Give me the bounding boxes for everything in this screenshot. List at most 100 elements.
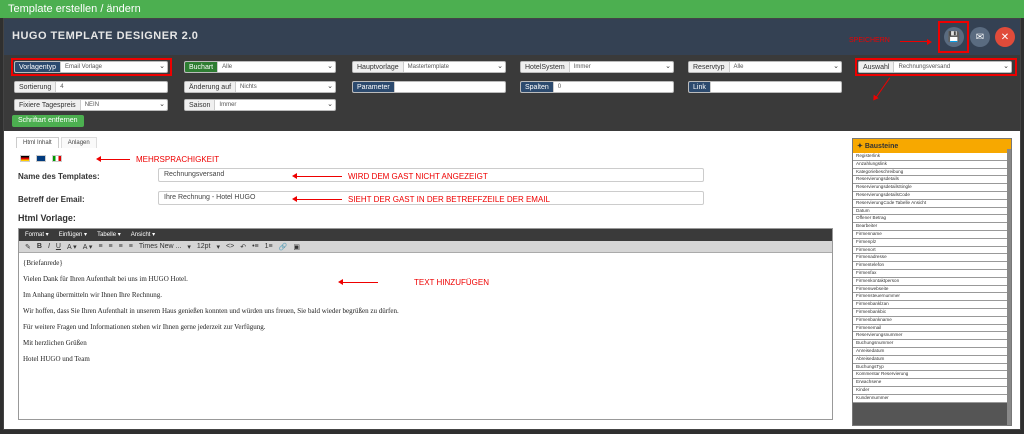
bausteine-scrollbar[interactable] xyxy=(1007,149,1011,425)
annotation-mehrsprachigkeit: MEHRSPRACHIGKEIT xyxy=(136,155,220,164)
baustein-item[interactable]: Firmenname xyxy=(853,230,1008,239)
baustein-item[interactable]: Firmenbankname xyxy=(853,316,1008,325)
vorlagentyp-highlight xyxy=(11,58,172,76)
chevron-down-icon: ⌄ xyxy=(159,101,165,108)
hotelsystem-select[interactable]: HotelSystem Immer ⌄ xyxy=(520,61,674,73)
paragraph: Für weitere Fragen und Informationen ste… xyxy=(23,323,266,331)
arrow-name xyxy=(292,173,342,179)
baustein-item[interactable]: Firmenfax xyxy=(853,269,1008,278)
tab-anlagen[interactable]: Anlagen xyxy=(60,137,97,148)
paragraph: {Briefanrede} xyxy=(23,259,63,267)
text-color-icon[interactable]: A ▾ xyxy=(67,243,77,251)
justify-icon[interactable]: ≡ xyxy=(129,243,133,250)
align-left-icon[interactable]: ≡ xyxy=(98,243,102,250)
underline-icon[interactable]: U xyxy=(56,243,61,250)
baustein-item[interactable]: Kundennummer xyxy=(853,394,1008,403)
baustein-item[interactable]: Firmenkontaktperson xyxy=(853,277,1008,286)
baustein-item[interactable]: Offener Betrag xyxy=(853,215,1008,224)
flag-de-icon[interactable] xyxy=(20,155,30,162)
baustein-item[interactable]: ReservierungsdetailsCode xyxy=(853,191,1008,200)
menu-ansicht[interactable]: Ansicht ▾ xyxy=(131,231,155,239)
html-editor: Format ▾ Einfügen ▾ Tabelle ▾ Ansicht ▾ … xyxy=(18,228,833,420)
baustein-item[interactable]: Reservierungsnummer xyxy=(853,332,1008,341)
spalten-input[interactable]: Spalten 0 xyxy=(520,81,674,93)
baustein-item[interactable]: Firmentelefon xyxy=(853,262,1008,270)
image-icon[interactable]: ▣ xyxy=(293,243,300,251)
flag-uk-icon[interactable] xyxy=(36,155,46,162)
source-code-icon[interactable]: <> xyxy=(226,243,234,250)
font-family-select[interactable]: Times New ... xyxy=(139,243,182,250)
baustein-item[interactable]: Firmenbankbic xyxy=(853,308,1008,317)
buchart-select[interactable]: Buchart Alle ⌄ xyxy=(184,61,336,73)
schriftart-entfernen-button[interactable]: Schriftart entfernen xyxy=(12,115,84,127)
fixiere-label: Fixiere Tagespreis xyxy=(15,100,81,110)
bullet-list-icon[interactable]: •≡ xyxy=(252,243,259,250)
numbered-list-icon[interactable]: 1≡ xyxy=(265,243,273,250)
baustein-item[interactable]: Firmenbanklzan xyxy=(853,301,1008,309)
italic-icon[interactable]: I xyxy=(48,243,50,250)
undo-icon[interactable]: ↶ xyxy=(240,243,246,251)
editor-content[interactable]: {Briefanrede} Vielen Dank für Ihren Aufe… xyxy=(19,253,832,377)
annotation-text-hinzufuegen: TEXT HINZUFÜGEN xyxy=(414,278,489,287)
baustein-item[interactable]: Firmenwebseite xyxy=(853,285,1008,294)
fixiere-value: NEIN xyxy=(84,102,100,108)
baustein-item[interactable]: Reservierungsdetails xyxy=(853,176,1008,185)
menu-tabelle[interactable]: Tabelle ▾ xyxy=(97,231,121,239)
baustein-item[interactable]: Firmenemail xyxy=(853,324,1008,333)
baustein-item[interactable]: ReservierungsdetailsSingle xyxy=(853,184,1008,192)
format-painter-icon[interactable]: ✎ xyxy=(25,243,31,251)
hotelsystem-label: HotelSystem xyxy=(521,62,570,72)
saison-select[interactable]: Saison Immer ⌄ xyxy=(184,99,336,111)
menu-einfuegen[interactable]: Einfügen ▾ xyxy=(59,231,87,239)
baustein-item[interactable]: Firmenort xyxy=(853,246,1008,255)
highlight-color-icon[interactable]: A ▾ xyxy=(83,243,93,251)
arrow-speichern xyxy=(900,41,928,42)
font-size-select[interactable]: 12pt xyxy=(197,243,211,250)
baustein-item[interactable]: Erwachsene xyxy=(853,379,1008,387)
paragraph: Im Anhang übermitteln wir Ihnen Ihre Rec… xyxy=(23,291,162,299)
baustein-item[interactable]: Kategoriebeschreibung xyxy=(853,168,1008,177)
envelope-icon: ✉ xyxy=(975,31,985,43)
bold-icon[interactable]: B xyxy=(37,243,42,250)
chevron-down-icon: ⌄ xyxy=(327,63,333,70)
aenderung-value: Nichts xyxy=(240,84,257,90)
baustein-item[interactable]: Kinder xyxy=(853,386,1008,395)
hotelsystem-value: Immer xyxy=(573,64,591,70)
baustein-item[interactable]: Buchungsnummer xyxy=(853,340,1008,348)
baustein-item[interactable]: Firmenplz xyxy=(853,238,1008,247)
reservtyp-select[interactable]: Reservtyp Alle ⌄ xyxy=(688,61,842,73)
parameter-input[interactable]: Parameter xyxy=(352,81,506,93)
flag-it-icon[interactable] xyxy=(52,155,62,162)
close-button[interactable]: ✕ xyxy=(995,27,1015,47)
baustein-item[interactable]: Firmenadresse xyxy=(853,254,1008,263)
template-name-label: Name des Templates: xyxy=(18,172,100,181)
baustein-item[interactable]: Anzahlungslink xyxy=(853,160,1008,169)
menu-format[interactable]: Format ▾ xyxy=(25,231,49,239)
align-center-icon[interactable]: ≡ xyxy=(109,243,113,250)
fixiere-tagespreis-select[interactable]: Fixiere Tagespreis NEIN ⌄ xyxy=(14,99,168,111)
link-icon[interactable]: 🔗 xyxy=(279,243,288,251)
designer-window: HUGO TEMPLATE DESIGNER 2.0 💾 ✉ ✕ SPEICHE… xyxy=(3,18,1021,430)
tab-html-inhalt[interactable]: Html Inhalt xyxy=(16,137,59,148)
baustein-item[interactable]: Abreisedatum xyxy=(853,355,1008,364)
baustein-item[interactable]: Firmensteuernummer xyxy=(853,293,1008,302)
chevron-down-icon: ⌄ xyxy=(327,101,333,108)
reservtyp-value: Alle xyxy=(733,64,744,70)
baustein-item[interactable]: Bearbeiter xyxy=(853,223,1008,231)
sortierung-input[interactable]: Sortierung 4 xyxy=(14,81,168,93)
baustein-item[interactable]: ReservierungCode Tabelle Ansicht xyxy=(853,199,1008,208)
align-right-icon[interactable]: ≡ xyxy=(119,243,123,250)
baustein-item[interactable]: Datum xyxy=(853,207,1008,216)
aenderung-select[interactable]: Änderung auf Nichts ⌄ xyxy=(184,81,336,93)
baustein-item[interactable]: Anreisedatum xyxy=(853,347,1008,356)
baustein-item[interactable]: BuchungsTyp xyxy=(853,363,1008,372)
paragraph: Hotel HUGO und Team xyxy=(23,355,90,363)
email-button[interactable]: ✉ xyxy=(970,27,990,47)
link-value xyxy=(711,82,841,92)
link-input[interactable]: Link xyxy=(688,81,842,93)
baustein-item[interactable]: Kommentar Reservierung xyxy=(853,371,1008,380)
arrow-betreff xyxy=(292,196,342,202)
hauptvorlage-select[interactable]: Hauptvorlage Mastertemplate ⌄ xyxy=(352,61,506,73)
save-highlight xyxy=(938,21,969,53)
baustein-item[interactable]: Registerlink xyxy=(853,153,1008,161)
